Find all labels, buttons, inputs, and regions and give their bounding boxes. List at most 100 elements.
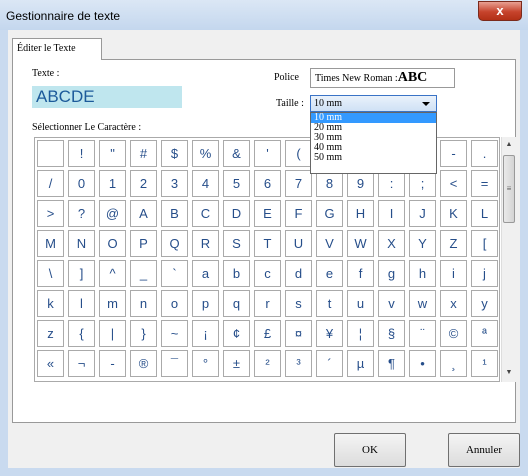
char-cell[interactable]: - bbox=[99, 350, 126, 377]
char-cell[interactable]: u bbox=[347, 290, 374, 317]
char-cell[interactable]: b bbox=[223, 260, 250, 287]
scroll-down-icon[interactable]: ▼ bbox=[502, 365, 516, 381]
char-cell[interactable]: K bbox=[440, 200, 467, 227]
char-cell[interactable]: | bbox=[99, 320, 126, 347]
char-cell[interactable]: ; bbox=[409, 170, 436, 197]
char-cell[interactable] bbox=[37, 140, 64, 167]
char-cell[interactable]: $ bbox=[161, 140, 188, 167]
char-cell[interactable]: n bbox=[130, 290, 157, 317]
char-cell[interactable]: 5 bbox=[223, 170, 250, 197]
char-cell[interactable]: ¥ bbox=[316, 320, 343, 347]
char-cell[interactable]: ¸ bbox=[440, 350, 467, 377]
char-cell[interactable]: ^ bbox=[99, 260, 126, 287]
size-select[interactable]: 10 mm bbox=[310, 95, 437, 112]
char-cell[interactable]: O bbox=[99, 230, 126, 257]
char-cell[interactable]: _ bbox=[130, 260, 157, 287]
scroll-thumb[interactable]: ≡ bbox=[503, 155, 515, 223]
char-cell[interactable]: - bbox=[440, 140, 467, 167]
char-cell[interactable]: s bbox=[285, 290, 312, 317]
char-cell[interactable]: Y bbox=[409, 230, 436, 257]
char-cell[interactable]: G bbox=[316, 200, 343, 227]
char-cell[interactable]: S bbox=[223, 230, 250, 257]
char-cell[interactable]: ³ bbox=[285, 350, 312, 377]
char-cell[interactable]: ~ bbox=[161, 320, 188, 347]
char-cell[interactable]: . bbox=[471, 140, 498, 167]
char-cell[interactable]: P bbox=[130, 230, 157, 257]
char-cell[interactable]: A bbox=[130, 200, 157, 227]
char-cell[interactable]: ¬ bbox=[68, 350, 95, 377]
char-cell[interactable]: ¦ bbox=[347, 320, 374, 347]
char-cell[interactable]: ® bbox=[130, 350, 157, 377]
char-cell[interactable]: ¯ bbox=[161, 350, 188, 377]
char-cell[interactable]: ² bbox=[254, 350, 281, 377]
char-cell[interactable]: w bbox=[409, 290, 436, 317]
char-cell[interactable]: I bbox=[378, 200, 405, 227]
char-cell[interactable]: « bbox=[37, 350, 64, 377]
char-cell[interactable]: ` bbox=[161, 260, 188, 287]
char-cell[interactable]: o bbox=[161, 290, 188, 317]
char-cell[interactable]: N bbox=[68, 230, 95, 257]
char-cell[interactable]: { bbox=[68, 320, 95, 347]
char-cell[interactable]: ' bbox=[254, 140, 281, 167]
ok-button[interactable]: OK bbox=[334, 433, 406, 467]
char-cell[interactable]: v bbox=[378, 290, 405, 317]
char-cell[interactable]: H bbox=[347, 200, 374, 227]
grid-scrollbar[interactable]: ▲ ≡ ▼ bbox=[501, 137, 516, 382]
char-cell[interactable]: h bbox=[409, 260, 436, 287]
char-cell[interactable]: e bbox=[316, 260, 343, 287]
char-cell[interactable]: i bbox=[440, 260, 467, 287]
char-cell[interactable]: W bbox=[347, 230, 374, 257]
char-cell[interactable]: Q bbox=[161, 230, 188, 257]
char-cell[interactable]: L bbox=[471, 200, 498, 227]
char-cell[interactable]: r bbox=[254, 290, 281, 317]
char-cell[interactable]: % bbox=[192, 140, 219, 167]
char-cell[interactable]: ± bbox=[223, 350, 250, 377]
char-cell[interactable]: & bbox=[223, 140, 250, 167]
char-cell[interactable]: ? bbox=[68, 200, 95, 227]
char-cell[interactable]: / bbox=[37, 170, 64, 197]
char-cell[interactable]: } bbox=[130, 320, 157, 347]
font-selector[interactable]: Times New Roman :ABC bbox=[310, 68, 455, 88]
char-cell[interactable]: ¤ bbox=[285, 320, 312, 347]
char-cell[interactable]: 8 bbox=[316, 170, 343, 197]
char-cell[interactable]: 0 bbox=[68, 170, 95, 197]
char-cell[interactable]: § bbox=[378, 320, 405, 347]
char-cell[interactable]: 9 bbox=[347, 170, 374, 197]
char-cell[interactable]: T bbox=[254, 230, 281, 257]
char-cell[interactable]: D bbox=[223, 200, 250, 227]
char-cell[interactable]: ¢ bbox=[223, 320, 250, 347]
text-input[interactable]: ABCDE bbox=[32, 86, 182, 108]
title-bar[interactable]: Gestionnaire de texte x bbox=[0, 0, 528, 30]
char-cell[interactable]: t bbox=[316, 290, 343, 317]
char-cell[interactable]: > bbox=[37, 200, 64, 227]
char-cell[interactable]: m bbox=[99, 290, 126, 317]
char-cell[interactable]: ´ bbox=[316, 350, 343, 377]
char-cell[interactable]: a bbox=[192, 260, 219, 287]
char-cell[interactable]: 3 bbox=[161, 170, 188, 197]
char-cell[interactable]: 2 bbox=[130, 170, 157, 197]
char-cell[interactable]: x bbox=[440, 290, 467, 317]
char-cell[interactable]: C bbox=[192, 200, 219, 227]
char-cell[interactable]: ¹ bbox=[471, 350, 498, 377]
char-cell[interactable]: £ bbox=[254, 320, 281, 347]
char-cell[interactable]: 7 bbox=[285, 170, 312, 197]
char-cell[interactable]: z bbox=[37, 320, 64, 347]
char-cell[interactable]: ¡ bbox=[192, 320, 219, 347]
char-cell[interactable]: f bbox=[347, 260, 374, 287]
char-cell[interactable]: [ bbox=[471, 230, 498, 257]
char-cell[interactable]: k bbox=[37, 290, 64, 317]
char-cell[interactable]: # bbox=[130, 140, 157, 167]
char-cell[interactable]: ( bbox=[285, 140, 312, 167]
tab-edit-text[interactable]: Éditer le Texte bbox=[12, 38, 102, 60]
char-cell[interactable]: ° bbox=[192, 350, 219, 377]
close-button[interactable]: x bbox=[478, 1, 522, 21]
char-cell[interactable]: B bbox=[161, 200, 188, 227]
char-cell[interactable]: © bbox=[440, 320, 467, 347]
char-cell[interactable]: g bbox=[378, 260, 405, 287]
char-cell[interactable]: j bbox=[471, 260, 498, 287]
char-cell[interactable]: < bbox=[440, 170, 467, 197]
char-cell[interactable]: 6 bbox=[254, 170, 281, 197]
char-cell[interactable]: q bbox=[223, 290, 250, 317]
char-cell[interactable]: Z bbox=[440, 230, 467, 257]
char-cell[interactable]: • bbox=[409, 350, 436, 377]
